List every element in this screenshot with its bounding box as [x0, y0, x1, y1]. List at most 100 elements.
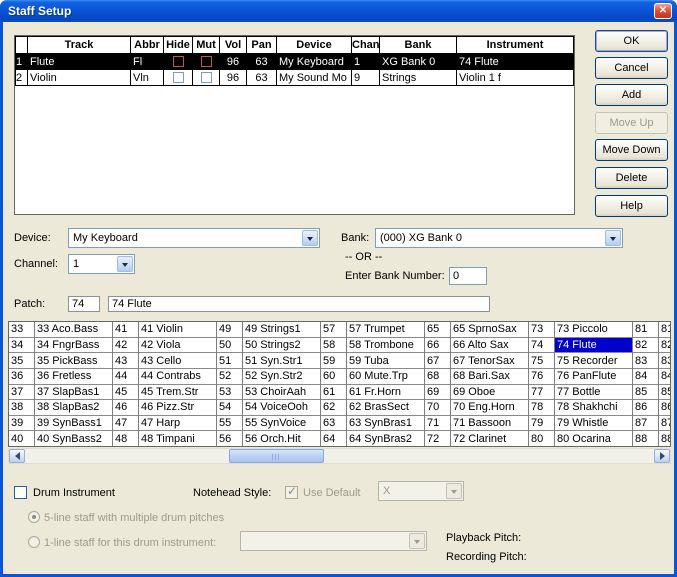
patch-name-cell[interactable]: 86 Voice [659, 400, 671, 416]
patch-number-cell[interactable]: 37 [9, 385, 34, 401]
patch-name-cell[interactable]: 72 Clarinet [451, 431, 528, 446]
patch-number-cell[interactable]: 61 [321, 385, 346, 401]
patch-name-cell[interactable]: 68 Bari.Sax [451, 369, 528, 385]
patch-number-cell[interactable]: 71 [425, 416, 450, 432]
checkbox[interactable] [201, 72, 212, 83]
scrollbar-thumb[interactable] [229, 449, 324, 463]
patch-name-cell[interactable]: 48 Timpani [139, 431, 216, 446]
table-cell[interactable] [164, 70, 193, 86]
patch-number-cell[interactable]: 69 [425, 385, 450, 401]
patch-name-cell[interactable]: 85 Charan [659, 385, 671, 401]
patch-name-cell[interactable]: 37 SlapBas1 [35, 385, 112, 401]
patch-name-cell[interactable]: 81 Square [659, 322, 671, 338]
drum-instrument-checkbox[interactable] [14, 486, 27, 499]
patch-number-cell[interactable]: 63 [321, 416, 346, 432]
notehead-style-select[interactable]: X [378, 481, 464, 501]
patch-name-cell[interactable]: 71 Bassoon [451, 416, 528, 432]
patch-number-cell[interactable]: 57 [321, 322, 346, 338]
patch-name-cell[interactable]: 53 ChoirAah [243, 385, 320, 401]
drum-staff-select[interactable] [240, 531, 427, 551]
scroll-left-button[interactable] [9, 449, 25, 463]
patch-number-cell[interactable]: 49 [217, 322, 242, 338]
patch-name-cell[interactable]: 79 Whistle [555, 416, 632, 432]
table-cell[interactable] [193, 54, 220, 70]
patch-name-cell[interactable]: 42 Viola [139, 338, 216, 354]
patch-name-cell[interactable]: 54 VoiceOoh [243, 400, 320, 416]
table-cell[interactable]: My Keyboard [277, 54, 352, 70]
patch-number-cell[interactable]: 52 [217, 369, 242, 385]
table-cell[interactable]: 63 [247, 70, 277, 86]
patch-number-cell[interactable]: 53 [217, 385, 242, 401]
patch-name-cell[interactable]: 34 FngrBass [35, 338, 112, 354]
device-select[interactable]: My Keyboard [68, 228, 320, 248]
patch-number-cell[interactable]: 76 [529, 369, 554, 385]
patch-name-cell[interactable]: 73 Piccolo [555, 322, 632, 338]
table-cell[interactable]: Flute [28, 54, 131, 70]
scroll-right-button[interactable] [654, 449, 670, 463]
table-cell[interactable]: Violin 1 f [457, 70, 574, 86]
patch-name-cell[interactable]: 33 Aco.Bass [35, 322, 112, 338]
patch-name-cell[interactable]: 47 Harp [139, 416, 216, 432]
patch-name-cell[interactable]: 61 Fr.Horn [347, 385, 424, 401]
patch-number-cell[interactable]: 40 [9, 431, 34, 446]
patch-name-cell[interactable]: 88 Bass & [659, 431, 671, 446]
patch-number-cell[interactable]: 58 [321, 338, 346, 354]
patch-number-cell[interactable]: 82 [633, 338, 658, 354]
patch-number-cell[interactable]: 67 [425, 353, 450, 369]
table-cell[interactable]: 96 [220, 54, 247, 70]
bank-select[interactable]: (000) XG Bank 0 [375, 228, 623, 248]
patch-number-cell[interactable]: 85 [633, 385, 658, 401]
patch-name-cell[interactable]: 58 Trombone [347, 338, 424, 354]
patch-number-cell[interactable]: 65 [425, 322, 450, 338]
patch-number-cell[interactable]: 72 [425, 431, 450, 446]
patch-name-cell[interactable]: 35 PickBass [35, 353, 112, 369]
table-cell[interactable]: 1 [16, 54, 28, 70]
table-cell[interactable]: Fl [131, 54, 164, 70]
patch-number-cell[interactable]: 43 [113, 353, 138, 369]
patch-number-cell[interactable]: 83 [633, 353, 658, 369]
patch-name-cell[interactable]: 36 Fretless [35, 369, 112, 385]
patch-number-cell[interactable]: 54 [217, 400, 242, 416]
patch-number-cell[interactable]: 62 [321, 400, 346, 416]
patch-number-cell[interactable]: 60 [321, 369, 346, 385]
patch-name-cell[interactable]: 38 SlapBas2 [35, 400, 112, 416]
table-cell[interactable]: 9 [352, 70, 380, 86]
table-cell[interactable]: Strings [380, 70, 457, 86]
table-cell[interactable]: 96 [220, 70, 247, 86]
table-row[interactable]: 2ViolinVln9663My Sound Mo9StringsViolin … [16, 70, 574, 86]
patch-number-cell[interactable]: 33 [9, 322, 34, 338]
table-cell[interactable] [164, 54, 193, 70]
patch-name-cell[interactable]: 66 Alto Sax [451, 338, 528, 354]
patch-number-cell[interactable]: 87 [633, 416, 658, 432]
patch-number-cell[interactable]: 84 [633, 369, 658, 385]
table-cell[interactable] [193, 70, 220, 86]
patch-name-cell[interactable]: 46 Pizz.Str [139, 400, 216, 416]
patch-number-cell[interactable]: 80 [529, 431, 554, 446]
table-cell[interactable]: Vln [131, 70, 164, 86]
patch-number-cell[interactable]: 73 [529, 322, 554, 338]
patch-name-cell[interactable]: 57 Trumpet [347, 322, 424, 338]
table-cell[interactable]: My Sound Mo [277, 70, 352, 86]
delete-button[interactable]: Delete [595, 167, 668, 189]
patch-name-cell[interactable]: 43 Cello [139, 353, 216, 369]
checkbox[interactable] [201, 56, 212, 67]
patch-number-cell[interactable]: 64 [321, 431, 346, 446]
patch-number-cell[interactable]: 55 [217, 416, 242, 432]
patch-number-cell[interactable]: 41 [113, 322, 138, 338]
table-cell[interactable]: 1 [352, 54, 380, 70]
patch-name-cell[interactable]: 80 Ocarina [555, 431, 632, 446]
chevron-down-icon[interactable] [117, 256, 133, 272]
chevron-down-icon[interactable] [409, 533, 425, 549]
channel-select[interactable]: 1 [68, 254, 135, 274]
table-cell[interactable]: XG Bank 0 [380, 54, 457, 70]
patch-number-cell[interactable]: 77 [529, 385, 554, 401]
table-cell[interactable]: 2 [16, 70, 28, 86]
patch-name-cell[interactable]: 45 Trem.Str [139, 385, 216, 401]
patch-name-cell[interactable]: 78 Shakhchi [555, 400, 632, 416]
patch-name-cell[interactable]: 39 SynBass1 [35, 416, 112, 432]
patch-number-cell[interactable]: 70 [425, 400, 450, 416]
use-default-checkbox[interactable]: ✓ [285, 486, 298, 499]
help-button[interactable]: Help [595, 195, 668, 217]
patch-grid-hscrollbar[interactable] [8, 448, 671, 464]
patch-number-cell[interactable]: 86 [633, 400, 658, 416]
